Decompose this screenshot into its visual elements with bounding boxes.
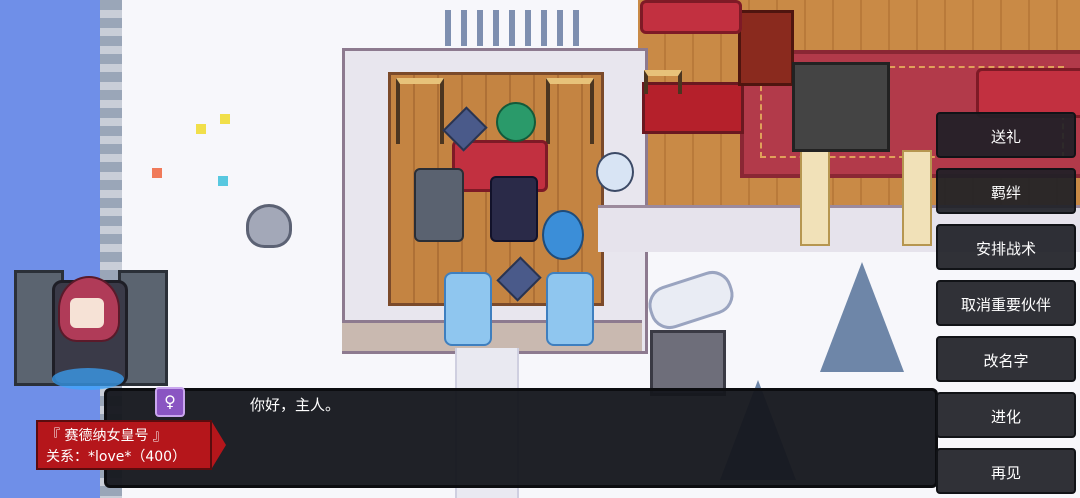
- portrait-face: [70, 298, 104, 328]
- goodbye-button[interactable]: 再见: [936, 448, 1076, 494]
- rename-button[interactable]: 改名字: [936, 336, 1076, 382]
- red-couch: [976, 68, 1080, 118]
- candelabra: [396, 78, 444, 144]
- bed: [792, 62, 890, 152]
- portrait-glow: [52, 368, 124, 390]
- sparkle: [220, 114, 230, 124]
- sparkle: [196, 124, 206, 134]
- character-name: 『 赛德纳女皇号 』: [46, 428, 167, 444]
- fence: [445, 10, 585, 46]
- pillar: [800, 150, 830, 246]
- tactics-button[interactable]: 安排战术: [936, 224, 1076, 270]
- female-icon: ♀: [155, 387, 185, 417]
- sparkle: [152, 168, 162, 178]
- dialog-message: 你好，主人。: [250, 396, 341, 414]
- robot-machine: [650, 330, 726, 396]
- relation-status: 关系：*love*（400）: [46, 449, 187, 465]
- red-bench: [640, 0, 742, 34]
- bond-button[interactable]: 羁绊: [936, 168, 1076, 214]
- player-character: [490, 176, 538, 242]
- character-portrait: [14, 240, 168, 400]
- evolve-button[interactable]: 进化: [936, 392, 1076, 438]
- compass-icon: [596, 152, 634, 192]
- ice-deer-statue: [546, 272, 594, 346]
- christmas-tree: [820, 262, 904, 372]
- room-bottom-wall: [342, 320, 642, 351]
- green-orb-icon: [496, 102, 536, 142]
- pillar: [902, 150, 932, 246]
- ice-deer-statue: [444, 272, 492, 346]
- globe: [542, 210, 584, 260]
- cabinet: [738, 10, 794, 86]
- npc-character[interactable]: [414, 168, 464, 242]
- gift-button[interactable]: 送礼: [936, 112, 1076, 158]
- sparkle: [218, 176, 228, 186]
- snow-rock: [246, 204, 292, 248]
- dialog-box[interactable]: [104, 388, 938, 488]
- nameplate: 『 赛德纳女皇号 』 关系：*love*（400）: [36, 420, 226, 470]
- candelabra: [546, 78, 594, 144]
- remove-partner-button[interactable]: 取消重要伙伴: [936, 280, 1076, 326]
- candles: [644, 70, 682, 94]
